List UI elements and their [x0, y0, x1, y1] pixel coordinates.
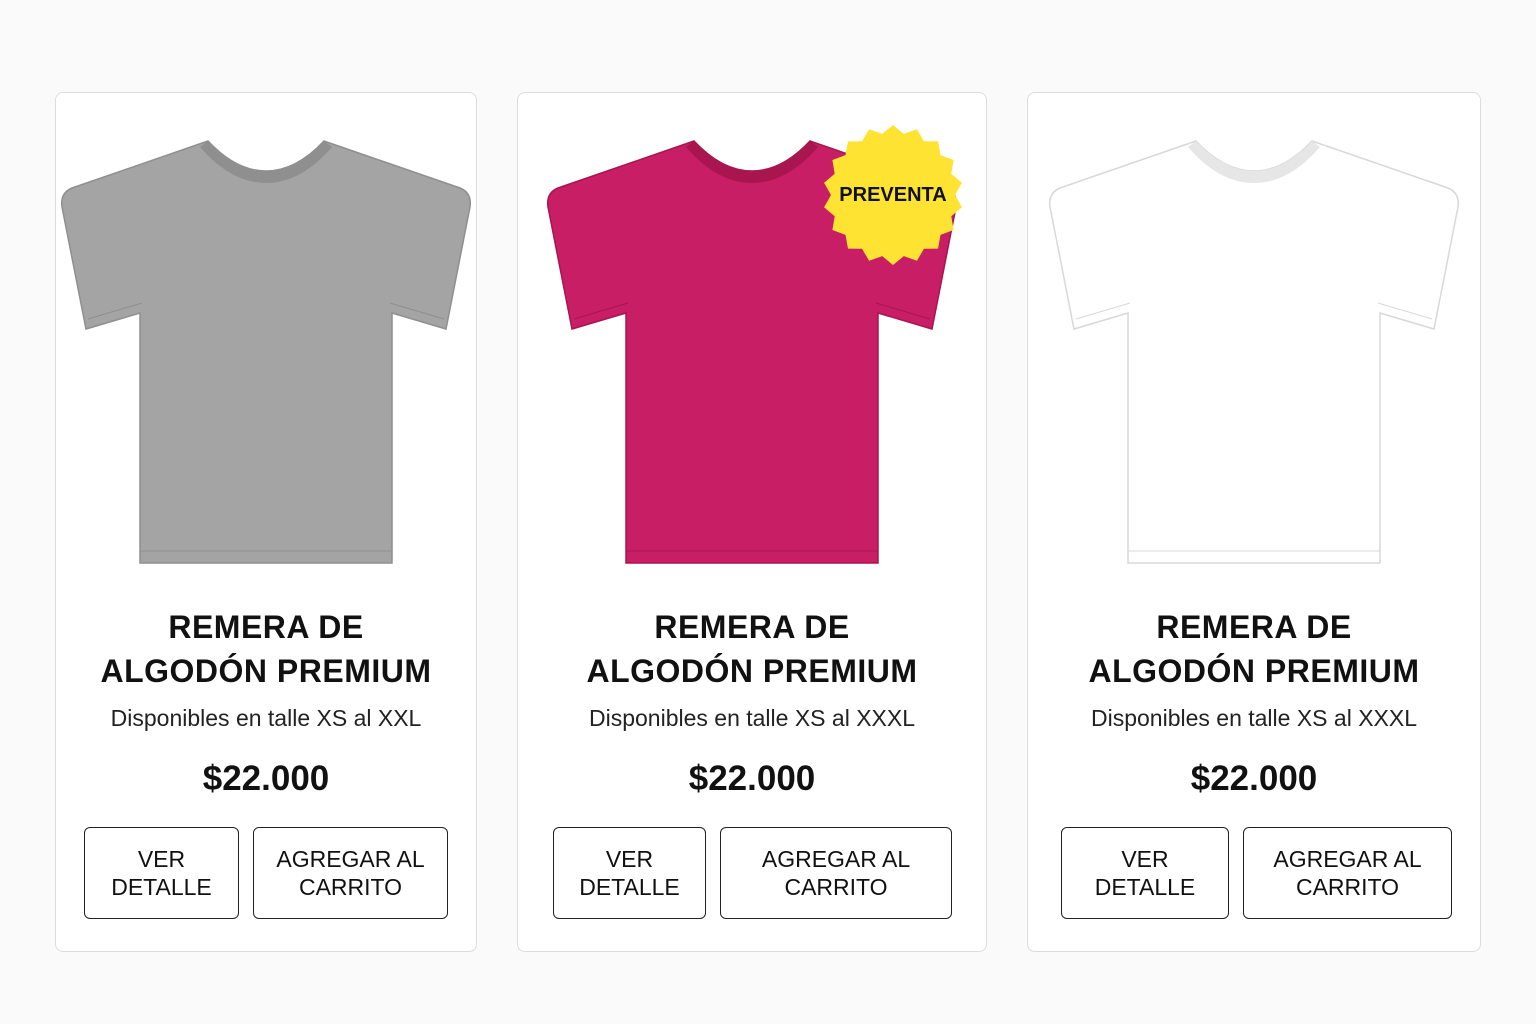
product-grid: REMERA DE ALGODÓN PREMIUM Disponibles en…: [0, 0, 1536, 1024]
add-to-cart-button[interactable]: AGREGAR AL CARRITO: [1243, 827, 1452, 919]
product-title-line: ALGODÓN PREMIUM: [586, 653, 918, 689]
product-sizes: Disponibles en talle XS al XXL: [110, 705, 422, 731]
product-price: $22.000: [202, 759, 330, 798]
product-sizes: Disponibles en talle XS al XXXL: [588, 705, 916, 731]
product-title-line: REMERA DE: [1156, 609, 1352, 645]
tshirt-image: [1048, 140, 1460, 564]
preorder-badge: PREVENTA: [821, 123, 965, 267]
product-sizes: Disponibles en talle XS al XXXL: [1090, 705, 1418, 731]
product-title: REMERA DE ALGODÓN PREMIUM: [1028, 605, 1480, 693]
product-card: REMERA DE ALGODÓN PREMIUM Disponibles en…: [1027, 92, 1481, 952]
product-title-line: REMERA DE: [654, 609, 850, 645]
product-card: PREVENTA REMERA DE ALGODÓN PREMIUM Dispo…: [517, 92, 987, 952]
add-to-cart-button[interactable]: AGREGAR AL CARRITO: [720, 827, 952, 919]
view-detail-button[interactable]: VER DETALLE: [84, 827, 239, 919]
product-title-line: ALGODÓN PREMIUM: [1088, 653, 1420, 689]
product-card: REMERA DE ALGODÓN PREMIUM Disponibles en…: [55, 92, 477, 952]
product-price: $22.000: [1190, 759, 1318, 798]
product-title-line: ALGODÓN PREMIUM: [100, 653, 432, 689]
view-detail-button[interactable]: VER DETALLE: [1061, 827, 1229, 919]
product-title: REMERA DE ALGODÓN PREMIUM: [518, 605, 986, 693]
product-price: $22.000: [688, 759, 816, 798]
product-image[interactable]: [56, 123, 476, 583]
tshirt-image: [60, 140, 472, 564]
add-to-cart-button[interactable]: AGREGAR AL CARRITO: [253, 827, 448, 919]
view-detail-button[interactable]: VER DETALLE: [553, 827, 706, 919]
product-title: REMERA DE ALGODÓN PREMIUM: [56, 605, 476, 693]
product-title-line: REMERA DE: [168, 609, 364, 645]
preorder-badge-label: PREVENTA: [839, 183, 947, 206]
product-image[interactable]: [1028, 123, 1480, 583]
